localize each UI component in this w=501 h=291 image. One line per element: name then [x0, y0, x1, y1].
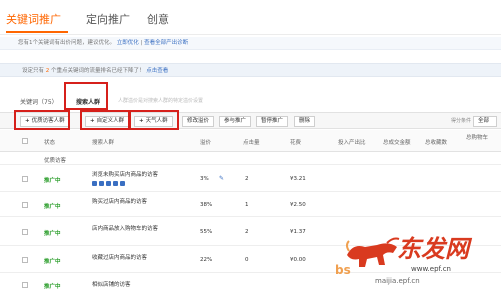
row-premium: 38%: [200, 202, 213, 208]
highlight-box-custom: [80, 110, 130, 130]
row-tag-icons: [92, 181, 127, 188]
ranking-notice-text-b: 个重点关键词的流量排名已经下降了！: [51, 68, 145, 74]
crowd-toolbar: + 优质访客人群 + 自定义人群 + 天气人群 修改溢价 参与推广 暂停推广 删除 得…: [0, 112, 501, 129]
tag-icon: [99, 181, 104, 186]
watermark-url2: maijia.epf.cn: [375, 277, 420, 285]
highlight-box-quality: [14, 110, 70, 130]
subtab-keywords[interactable]: 关键词（75）: [20, 97, 58, 106]
col-status: 状态: [44, 140, 56, 146]
row-crowd-name: 店内商品放入购物车的访客: [92, 226, 159, 232]
row-checkbox[interactable]: [22, 202, 28, 208]
edit-premium-icon[interactable]: ✎: [219, 175, 224, 182]
delete-button[interactable]: 删除: [294, 116, 316, 127]
optimize-link[interactable]: 立即优化: [117, 40, 139, 46]
row-premium: 22%: [200, 257, 213, 263]
tab-targeted-promotion[interactable]: 定向推广: [86, 11, 130, 27]
row-crowd-name: 浏览未购买店内商品的访客: [92, 172, 159, 178]
group-row: 优质访客: [0, 153, 501, 165]
row-status: 推广中: [44, 284, 61, 290]
bull-logo-icon: [346, 237, 400, 267]
ranking-notice-count: 2: [45, 68, 50, 74]
row-clicks: 0: [245, 257, 249, 263]
col-roi: 投入产出比: [338, 140, 366, 146]
row-cost: ¥2.50: [290, 202, 306, 208]
row-cost: ¥3.21: [290, 176, 306, 182]
tag-icon: [106, 181, 111, 186]
select-all-checkbox[interactable]: [22, 138, 28, 144]
tab-keyword-promotion[interactable]: 关键词推广: [6, 11, 61, 27]
tag-icon: [92, 181, 97, 186]
pause-promotion-button[interactable]: 暂停推广: [256, 116, 289, 127]
row-clicks: 2: [245, 229, 249, 235]
col-premium: 溢价: [200, 140, 212, 146]
row-checkbox[interactable]: [22, 176, 28, 182]
row-premium: 55%: [200, 229, 213, 235]
col-total-favorites: 总收藏数: [425, 140, 448, 146]
table-header: 状态 搜索人群 溢价 点击量 花费 投入产出比 总成交金额 总收藏数 总购物车: [0, 130, 501, 152]
group-label: 优质访客: [44, 158, 67, 164]
row-status: 推广中: [44, 259, 61, 265]
watermark-brand: 东发网: [397, 234, 469, 263]
col-cost: 花费: [290, 140, 302, 146]
row-status: 推广中: [44, 204, 61, 210]
row-cost: ¥1.37: [290, 229, 306, 235]
row-checkbox[interactable]: [22, 282, 28, 288]
edit-premium-button[interactable]: 修改溢价: [182, 116, 215, 127]
row-crowd-name: 相似店铺的访客: [92, 282, 131, 288]
ranking-notice-text-a: 设定只有: [22, 68, 45, 74]
row-cost: ¥0.00: [290, 257, 306, 263]
join-promotion-button[interactable]: 参与推广: [219, 116, 252, 127]
notice-text: 您有1个关键词有出价问题，建议优化。: [18, 40, 116, 46]
highlight-box-crowd-tab: [64, 82, 108, 110]
tag-icon: [120, 181, 125, 186]
col-clicks: 点击量: [243, 140, 260, 146]
watermark-url: www.epf.cn: [411, 265, 451, 273]
row-premium: 3%: [200, 176, 209, 182]
ranking-notice: 设定只有 2 个重点关键词的流量排名已经下降了！ 点击查看: [0, 63, 501, 77]
row-checkbox[interactable]: [22, 229, 28, 235]
highlight-box-weather: [129, 110, 179, 130]
row-status: 推广中: [44, 231, 61, 237]
ranking-view-link[interactable]: 点击查看: [146, 68, 168, 74]
filter-select[interactable]: 全部: [473, 116, 497, 127]
tab-creative[interactable]: 创意: [147, 11, 169, 27]
subtab-hint: 人群溢价是对搜索人群的特定溢价设置: [118, 98, 204, 104]
row-crowd-name: 购买过店内商品的访客: [92, 199, 148, 205]
row-status: 推广中: [44, 178, 61, 184]
optimization-notice: 您有1个关键词有出价问题，建议优化。 立即优化 | 查看全部产出诊断: [0, 37, 501, 50]
row-crowd-name: 收藏过店内商品的访客: [92, 255, 148, 261]
top-nav: 关键词推广 定向推广 创意: [0, 0, 501, 35]
col-total-sales: 总成交金额: [383, 140, 411, 146]
table-row: 推广中 购买过店内商品的访客 38% 1 ¥2.50: [0, 193, 501, 217]
col-crowd: 搜索人群: [92, 140, 115, 146]
watermark-prefix: bs: [335, 263, 351, 277]
table-row: 推广中 浏览未购买店内商品的访客 3% ✎ 2 ¥3.21: [0, 166, 501, 192]
view-diagnosis-link[interactable]: 查看全部产出诊断: [144, 40, 188, 46]
col-total-cart: 总购物车: [466, 135, 489, 141]
row-clicks: 1: [245, 202, 249, 208]
score-filter-label: 得分条件: [450, 118, 471, 124]
row-clicks: 2: [245, 176, 249, 182]
row-checkbox[interactable]: [22, 257, 28, 263]
site-watermark: bs 东发网 www.epf.cn maijia.epf.cn: [335, 225, 501, 291]
active-tab-underline: [6, 31, 68, 33]
tag-icon: [113, 181, 118, 186]
